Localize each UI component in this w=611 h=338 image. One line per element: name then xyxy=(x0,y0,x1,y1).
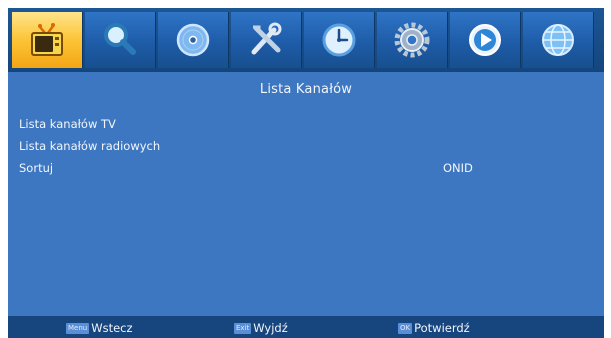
menu-item-tv-channels[interactable]: Lista kanałów TV xyxy=(19,114,579,134)
hint-confirm-label: Potwierdź xyxy=(414,321,470,335)
play-icon xyxy=(469,24,501,56)
tab-channel-list[interactable] xyxy=(12,12,83,68)
tab-search[interactable] xyxy=(85,12,156,68)
menu-tab-bar xyxy=(8,8,604,72)
tab-network[interactable] xyxy=(523,12,594,68)
menu-item-sort[interactable]: Sortuj ONID xyxy=(19,158,579,178)
tab-time[interactable] xyxy=(304,12,375,68)
menu-key-badge: Menu xyxy=(66,322,90,334)
gear-icon xyxy=(394,22,430,58)
tab-tools[interactable] xyxy=(231,12,302,68)
disc-icon xyxy=(176,23,210,57)
tab-player[interactable] xyxy=(450,12,521,68)
menu-item-label: Lista kanałów TV xyxy=(19,117,116,131)
tab-media[interactable] xyxy=(158,12,229,68)
tab-settings[interactable] xyxy=(377,12,448,68)
footer-hint-bar: Menu Wstecz Exit Wyjdź OK Potwierdź xyxy=(8,316,604,338)
sort-value: ONID xyxy=(443,161,473,175)
exit-key-badge: Exit xyxy=(234,322,252,334)
tv-icon xyxy=(31,23,63,56)
magnifier-icon xyxy=(104,23,136,55)
clock-icon xyxy=(322,23,356,57)
menu-item-label: Lista kanałów radiowych xyxy=(19,139,161,153)
hint-confirm[interactable]: OK Potwierdź xyxy=(398,320,470,336)
hint-exit[interactable]: Exit Wyjdź xyxy=(234,320,288,336)
tv-menu-screen: Lista Kanałów Lista kanałów TV Lista kan… xyxy=(0,0,611,338)
globe-icon xyxy=(542,24,574,56)
hint-back-label: Wstecz xyxy=(91,321,133,335)
ok-key-badge: OK xyxy=(398,322,413,334)
channel-list-panel: Lista Kanałów Lista kanałów TV Lista kan… xyxy=(8,72,604,316)
menu-item-radio-channels[interactable]: Lista kanałów radiowych xyxy=(19,136,579,156)
menu-item-label: Sortuj xyxy=(19,161,54,175)
hint-exit-label: Wyjdź xyxy=(253,321,288,335)
tools-icon xyxy=(251,22,282,55)
panel-title: Lista Kanałów xyxy=(259,82,353,97)
hint-back[interactable]: Menu Wstecz xyxy=(66,320,133,336)
